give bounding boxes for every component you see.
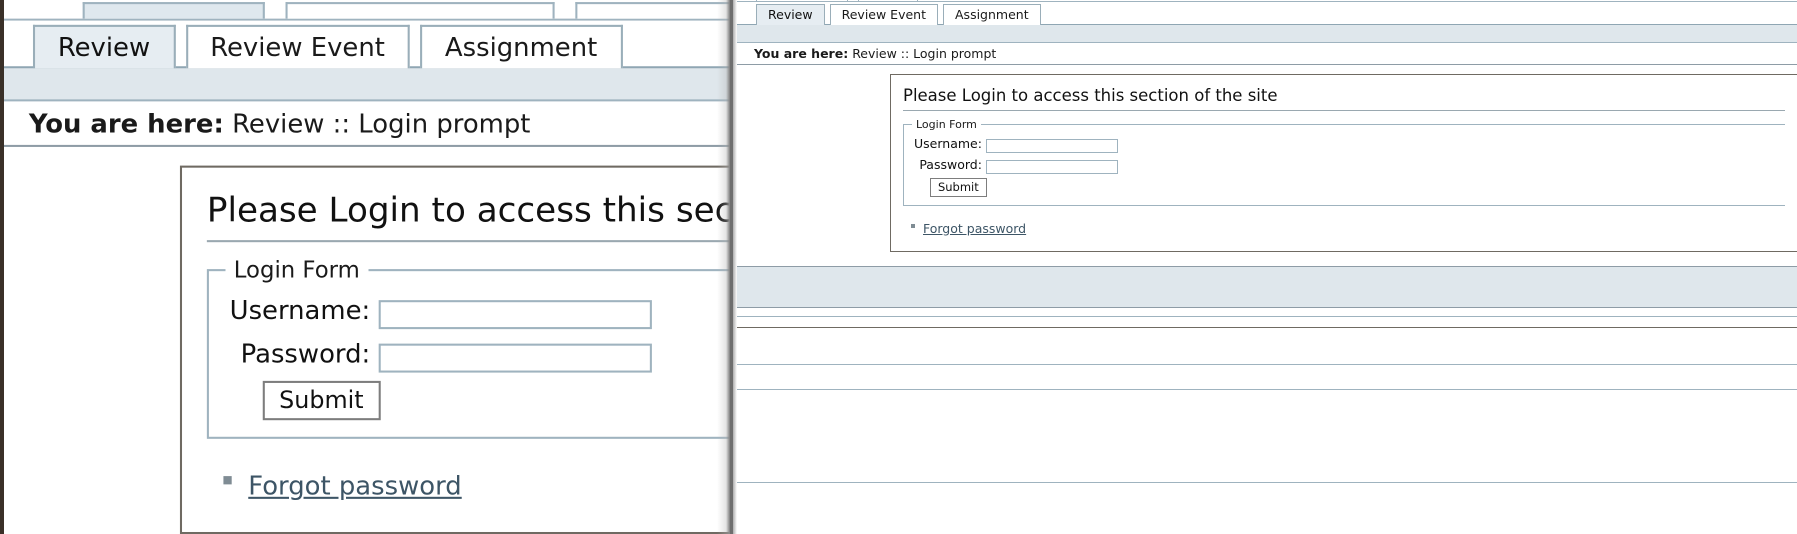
- ghost-tab-1: [82, 2, 265, 19]
- tab-review[interactable]: Review: [756, 4, 825, 25]
- main-tab-bar-right: Review Review Event Assignment: [736, 2, 1797, 25]
- login-fields-table: Username: Password: Submit: [225, 288, 655, 423]
- password-input[interactable]: [378, 342, 652, 372]
- breadcrumb-path: Review :: Login prompt: [852, 46, 997, 61]
- footer-gap-2-right: [736, 328, 1797, 364]
- password-row: Password:: [912, 154, 1120, 175]
- ghost-tab-2: [285, 2, 555, 19]
- page-title: Please Login to access this section of t…: [206, 188, 731, 243]
- zoomed-page-panel: Review Review Event Assignment You are h…: [0, 0, 731, 534]
- tab-assignment-label: Assignment: [444, 31, 598, 63]
- content-area: Please Login to access this section of t…: [4, 146, 731, 534]
- login-form: Login Form Username: Password: Submit: [206, 256, 731, 439]
- tab-review[interactable]: Review: [32, 24, 176, 69]
- username-label: Username:: [914, 136, 982, 151]
- login-fields-table-right: Username: Password: Submit: [912, 133, 1120, 198]
- list-item: Forgot password: [223, 464, 731, 503]
- tab-assignment[interactable]: Assignment: [420, 24, 623, 69]
- tab-review-label: Review: [768, 7, 813, 22]
- footer-gap-5-right: [736, 483, 1797, 534]
- tab-underbar-right: [736, 25, 1797, 43]
- page-document-zoomed: Review Review Event Assignment You are h…: [4, 0, 731, 534]
- password-label: Password:: [240, 337, 371, 369]
- tab-review-event[interactable]: Review Event: [829, 4, 938, 25]
- username-input[interactable]: [378, 299, 652, 329]
- tab-review-event-label: Review Event: [841, 7, 926, 22]
- submit-row: Submit: [225, 375, 655, 423]
- full-page-panel: Review Review Event Assignment You are h…: [736, 0, 1797, 534]
- username-input[interactable]: [985, 138, 1118, 153]
- submit-button[interactable]: Submit: [929, 178, 987, 197]
- square-bullet-icon: [911, 224, 915, 228]
- page-title: Please Login to access this section of t…: [903, 85, 1785, 111]
- panel-divider-line: [730, 0, 733, 534]
- footer-gap-3-right: [736, 365, 1797, 389]
- page-document-full: Review Review Event Assignment You are h…: [736, 0, 1797, 534]
- breadcrumb-prefix: You are here:: [754, 46, 849, 61]
- password-row: Password:: [225, 331, 655, 374]
- login-form-right: Login Form Username: Password: Submit: [903, 118, 1785, 206]
- screenshot-root: Review Review Event Assignment You are h…: [0, 0, 1797, 534]
- submit-row: Submit: [912, 175, 1120, 198]
- tab-underbar: [4, 68, 731, 102]
- username-row: Username:: [912, 133, 1120, 154]
- tab-assignment-label: Assignment: [955, 7, 1029, 22]
- content-box: Please Login to access this section of t…: [179, 165, 731, 534]
- forgot-password-link[interactable]: Forgot password: [248, 470, 461, 501]
- breadcrumb: You are here: Review :: Login prompt: [4, 101, 731, 147]
- login-form-legend: Login Form: [916, 118, 977, 131]
- submit-button[interactable]: Submit: [262, 380, 381, 421]
- forgot-password-link[interactable]: Forgot password: [923, 221, 1026, 236]
- breadcrumb-path: Review :: Login prompt: [232, 107, 531, 139]
- ghost-tab-3: [575, 2, 731, 19]
- footer-gap-1-right: [736, 317, 1797, 327]
- secondary-tabstrip-clipped: [4, 0, 731, 21]
- square-bullet-icon: [223, 476, 232, 485]
- tab-review-event-label: Review Event: [210, 31, 385, 63]
- tab-review-event[interactable]: Review Event: [185, 24, 410, 69]
- list-item: Forgot password: [911, 218, 1785, 237]
- username-label: Username:: [229, 293, 371, 325]
- footer-band-right: [736, 266, 1797, 308]
- content-box-right: Please Login to access this section of t…: [890, 74, 1797, 252]
- footer-gap-4-right: [736, 390, 1797, 482]
- password-input[interactable]: [985, 159, 1118, 174]
- tab-assignment[interactable]: Assignment: [943, 4, 1041, 25]
- password-label: Password:: [919, 157, 982, 172]
- breadcrumb-right: You are here: Review :: Login prompt: [736, 43, 1797, 65]
- tab-review-label: Review: [57, 31, 151, 63]
- username-row: Username:: [225, 288, 655, 331]
- links-list: Forgot password: [207, 464, 731, 503]
- breadcrumb-prefix: You are here:: [28, 107, 224, 139]
- content-area-right: Please Login to access this section of t…: [736, 65, 1797, 266]
- login-form-legend: Login Form: [233, 256, 360, 284]
- links-list-right: Forgot password: [903, 218, 1785, 237]
- panel-divider-shadow: [717, 0, 737, 534]
- main-tab-bar: Review Review Event Assignment: [4, 20, 731, 69]
